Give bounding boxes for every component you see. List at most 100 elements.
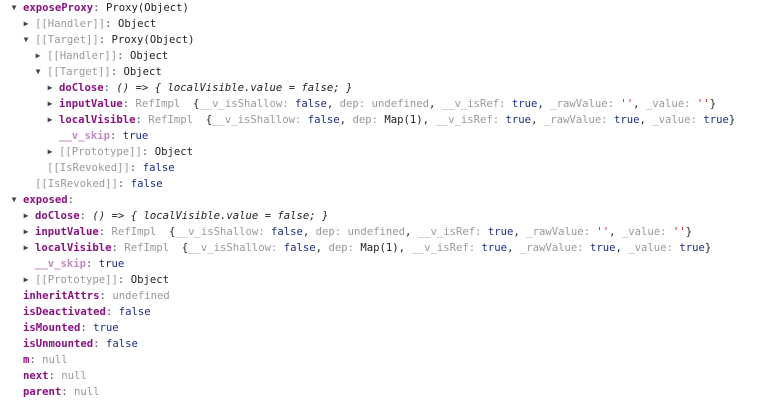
row-content: [[Target]]: Object (47, 64, 162, 80)
tree-row[interactable]: ▶ inputValue: RefImpl {__v_isShallow: fal… (0, 224, 758, 240)
preview-text: _rawValue: (543, 114, 614, 126)
tree-row: [[IsRevoked]]: false (0, 160, 758, 176)
separator: : (110, 130, 123, 142)
collapsed-triangle-icon[interactable]: ▶ (33, 48, 43, 64)
collapsed-triangle-icon[interactable]: ▶ (45, 80, 55, 96)
separator: : (122, 98, 136, 110)
property-key: isUnmounted (23, 338, 94, 350)
tree-row: next: null (0, 368, 758, 384)
internal-slot-key: [[Target]] (35, 34, 99, 46)
boolean-value: true (679, 242, 705, 254)
row-content: __v_skip: true (59, 128, 148, 144)
property-key: isMounted (23, 322, 81, 334)
preview-text: RefImpl (124, 242, 182, 254)
tree-row[interactable]: ▶ inputValue: RefImpl {__v_isShallow: fal… (0, 96, 758, 112)
tree-row[interactable]: ▼ [[Target]]: Proxy(Object) (0, 32, 758, 48)
boolean-value: true (590, 242, 616, 254)
separator: : (117, 50, 130, 62)
property-key-internal: __v_skip (59, 130, 111, 142)
tree-row[interactable]: ▶ localVisible: RefImpl {__v_isShallow: f… (0, 240, 758, 256)
row-content: inheritAttrs: undefined (23, 288, 170, 304)
collapsed-triangle-icon[interactable]: ▶ (21, 16, 31, 32)
row-content: doClose: () => { localVisible.value = fa… (35, 208, 328, 224)
tree-row[interactable]: ▶ [[Prototype]]: Object (0, 272, 758, 288)
row-content: doClose: () => { localVisible.value = fa… (59, 80, 352, 96)
tree-row[interactable]: ▶ [[Handler]]: Object (0, 48, 758, 64)
preview-text: RefImpl (111, 226, 169, 238)
tree-row[interactable]: ▶ [[Prototype]]: Object (0, 144, 758, 160)
property-key: parent (23, 386, 62, 398)
row-content: [[Handler]]: Object (35, 16, 156, 32)
tree-row[interactable]: ▼ [[Target]]: Object (0, 64, 758, 80)
preview-text: __v_isShallow: (199, 98, 296, 110)
object-value: , (428, 98, 442, 110)
preview-text: __v_isRef: (417, 226, 488, 238)
expanded-triangle-icon[interactable]: ▼ (21, 32, 31, 48)
tree-row[interactable]: ▶ doClose: () => { localVisible.value = f… (0, 80, 758, 96)
expanded-triangle-icon[interactable]: ▼ (9, 0, 19, 16)
separator: : (105, 306, 119, 318)
preview-text: _rawValue: (550, 98, 621, 110)
collapsed-triangle-icon[interactable]: ▶ (21, 272, 31, 288)
separator: : (29, 354, 43, 366)
object-value: Object (130, 274, 169, 286)
property-key-internal: __v_skip (35, 258, 87, 270)
tree-row[interactable]: ▶ doClose: () => { localVisible.value = f… (0, 208, 758, 224)
property-key: exposeProxy (23, 2, 94, 14)
null-value: undefined (347, 226, 405, 238)
separator: : (141, 146, 155, 158)
object-value: , (537, 98, 551, 110)
collapsed-triangle-icon[interactable]: ▶ (45, 144, 55, 160)
separator: : (110, 66, 124, 78)
preview-text: __v_isRef: (435, 114, 506, 126)
tree-row: inheritAttrs: undefined (0, 288, 758, 304)
boolean-value: false (295, 98, 327, 110)
object-value: , (633, 98, 646, 110)
internal-slot-key: [[IsRevoked]] (47, 162, 130, 174)
expanded-triangle-icon[interactable]: ▼ (9, 192, 19, 208)
collapsed-triangle-icon[interactable]: ▶ (21, 240, 31, 256)
boolean-value: true (614, 114, 640, 126)
boolean-value: true (481, 242, 508, 254)
row-content: inputValue: RefImpl {__v_isShallow: fals… (35, 224, 692, 240)
row-content: parent: null (23, 384, 100, 400)
row-content: isMounted: true (23, 320, 119, 336)
preview-text: _value: (652, 114, 704, 126)
row-content: [[Handler]]: Object (47, 48, 168, 64)
collapsed-triangle-icon[interactable]: ▶ (45, 112, 55, 128)
preview-text: _value: (645, 98, 697, 110)
object-value: Proxy(Object) (105, 2, 189, 14)
row-content: [[IsRevoked]]: false (47, 160, 175, 176)
object-value: , (326, 98, 340, 110)
tree-row[interactable]: ▼ exposed: (0, 192, 758, 208)
null-value: null (74, 386, 100, 398)
tree-row[interactable]: ▶ localVisible: RefImpl {__v_isShallow: f… (0, 112, 758, 128)
boolean-value: true (93, 322, 119, 334)
row-content: [[IsRevoked]]: false (35, 176, 163, 192)
boolean-value: false (130, 178, 163, 190)
object-value: , (302, 226, 316, 238)
string-value: '' (596, 226, 610, 238)
row-content: isDeactivated: false (23, 304, 151, 320)
collapsed-triangle-icon[interactable]: ▶ (21, 208, 31, 224)
preview-text: _value: (628, 242, 680, 254)
internal-slot-key: [[Handler]] (35, 18, 106, 30)
object-value: , (639, 114, 653, 126)
boolean-value: false (142, 162, 175, 174)
boolean-value: true (505, 114, 532, 126)
row-content: exposed: (23, 192, 74, 208)
tree-row[interactable]: ▶ [[Handler]]: Object (0, 16, 758, 32)
tree-row[interactable]: ▼ exposeProxy: Proxy(Object) (0, 0, 758, 16)
tree-row: isDeactivated: false (0, 304, 758, 320)
collapsed-triangle-icon[interactable]: ▶ (21, 224, 31, 240)
separator: : (86, 258, 99, 270)
collapsed-triangle-icon[interactable]: ▶ (45, 96, 55, 112)
separator: : (111, 242, 125, 254)
boolean-value: false (283, 242, 316, 254)
boolean-value: false (307, 114, 340, 126)
preview-text: dep: (339, 98, 372, 110)
null-value: null (42, 354, 68, 366)
separator: : (103, 82, 117, 94)
separator: : (93, 2, 106, 14)
expanded-triangle-icon[interactable]: ▼ (33, 64, 43, 80)
